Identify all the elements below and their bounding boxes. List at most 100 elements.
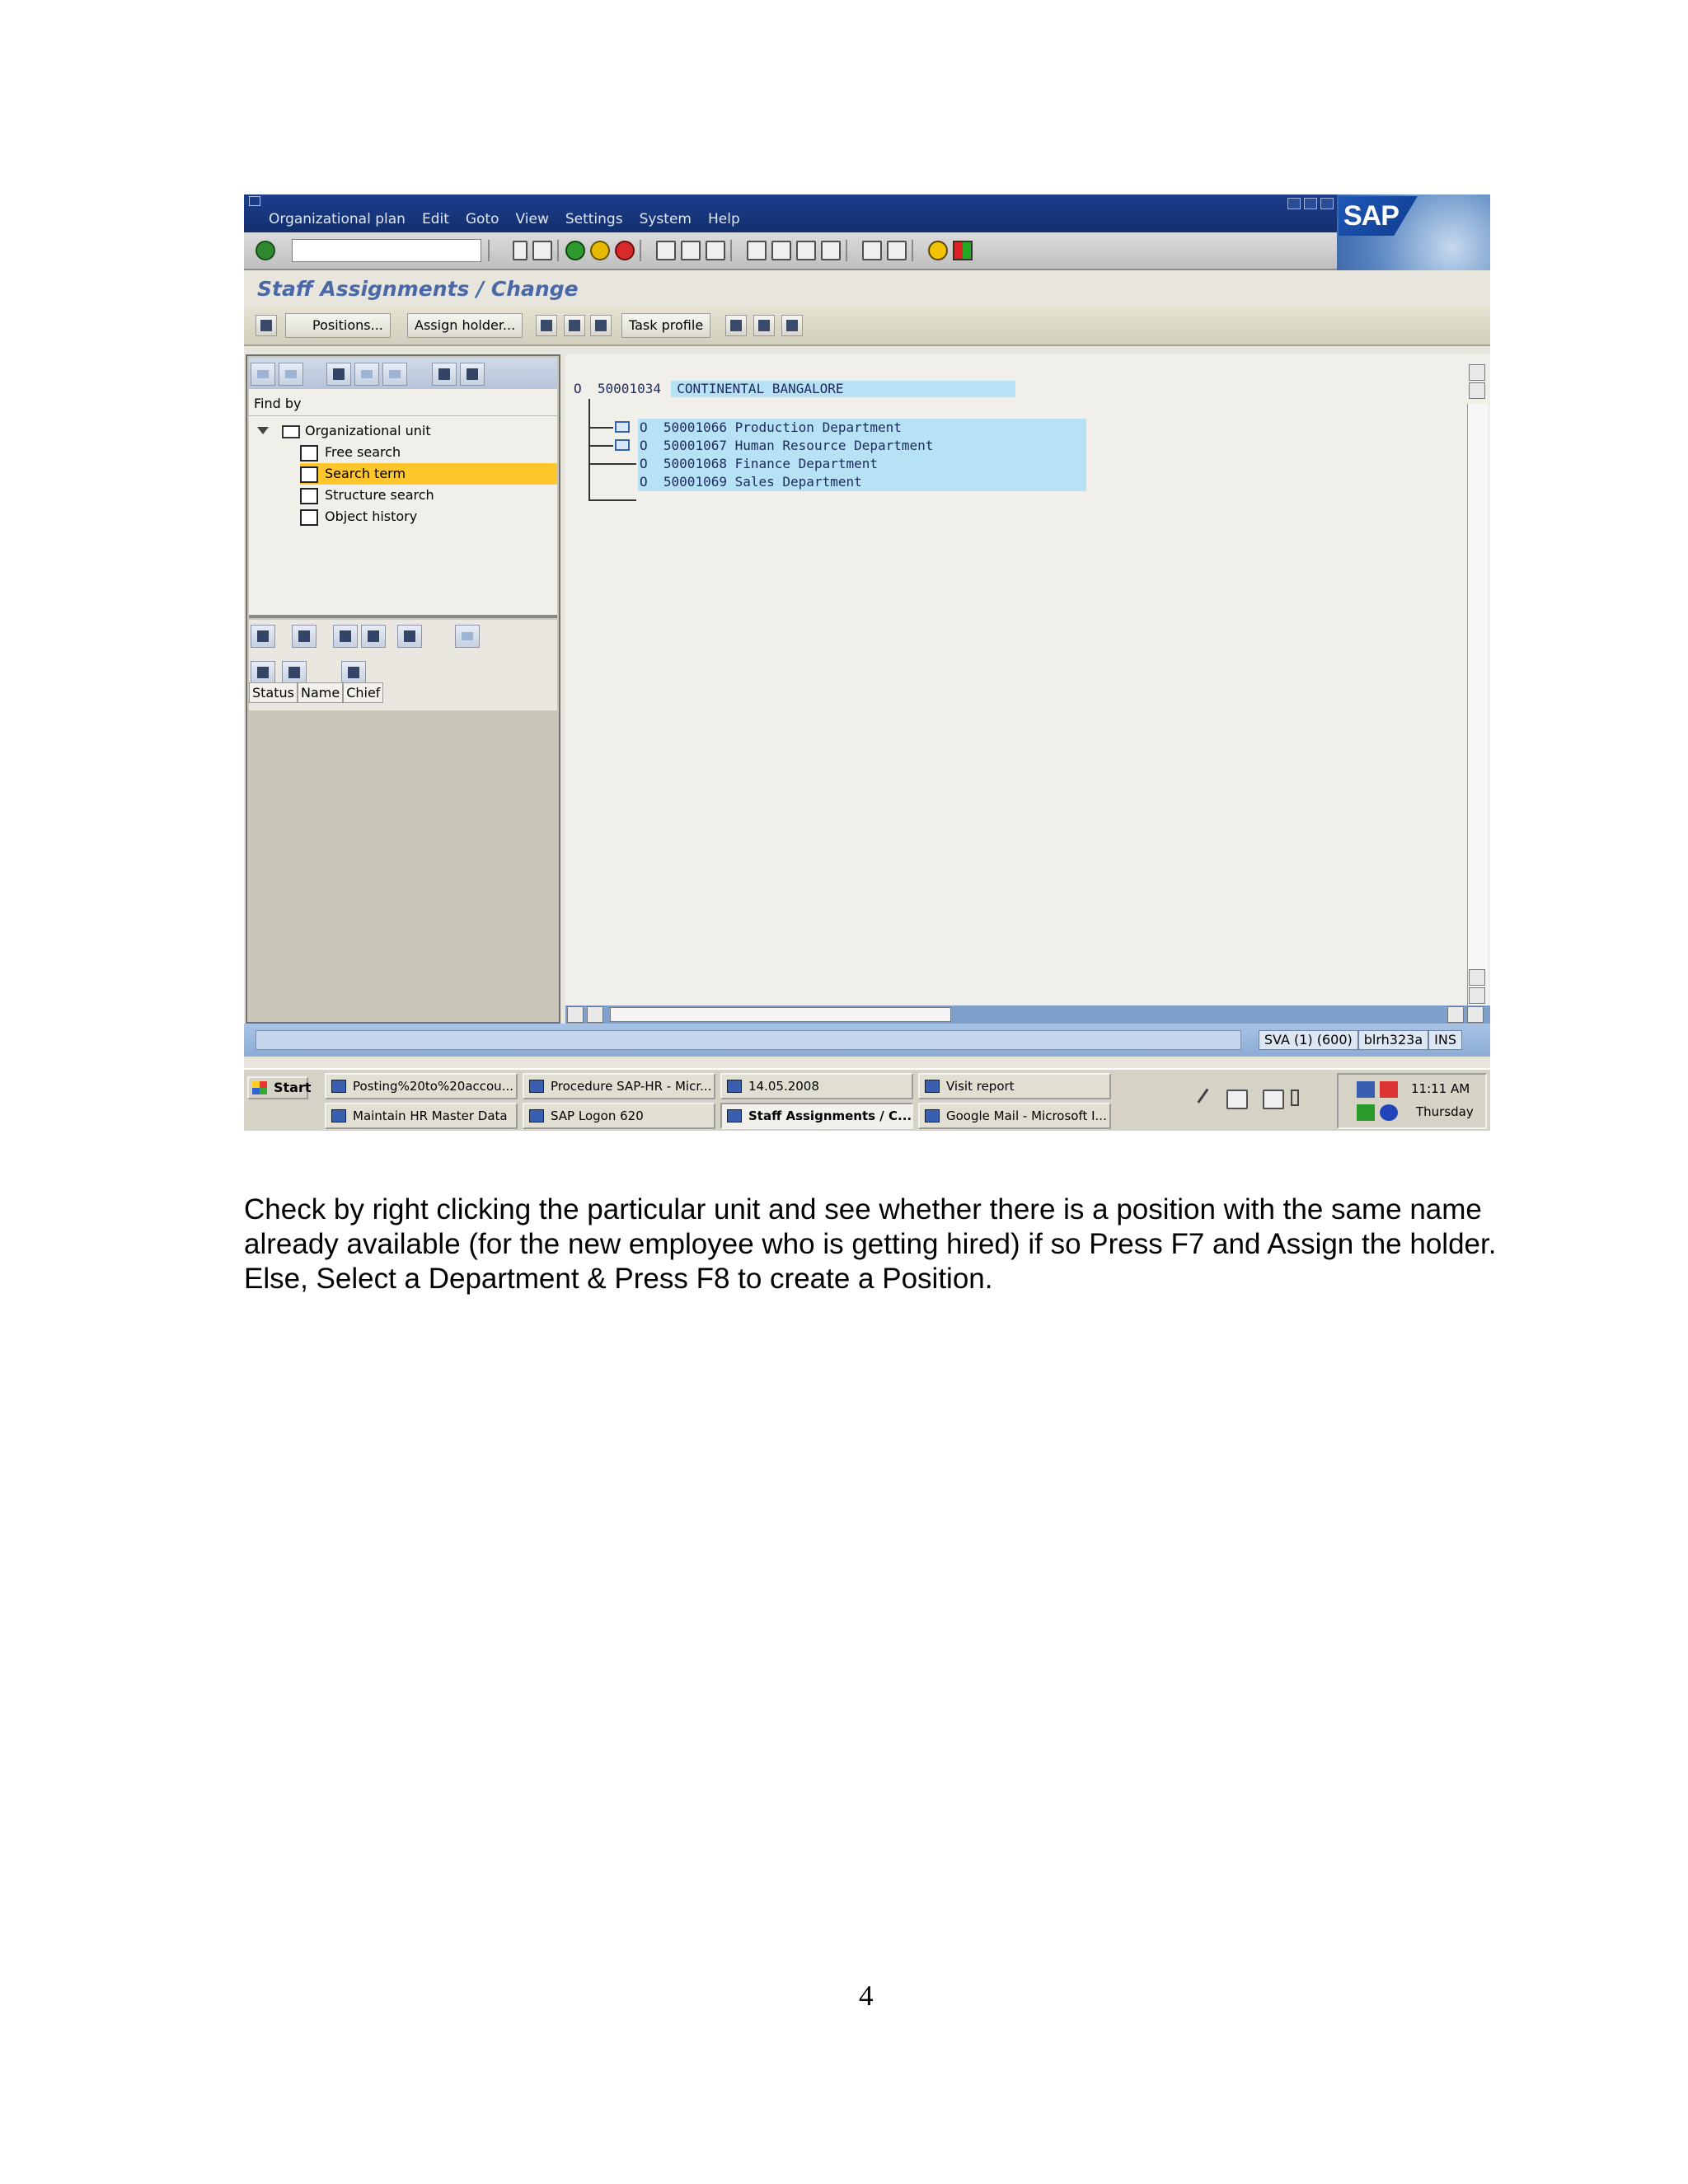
search-item[interactable]: Object history: [300, 506, 557, 527]
nav-forward-icon[interactable]: [279, 363, 303, 386]
nav-search-icon[interactable]: [326, 363, 351, 386]
taskbar-item[interactable]: SAP Logon 620: [523, 1103, 715, 1129]
tablet-icon[interactable]: [1226, 1090, 1248, 1109]
find-icon[interactable]: [681, 241, 701, 260]
nav-expand-icon[interactable]: [432, 363, 457, 386]
taskbar-item[interactable]: Posting%20to%20accou...: [325, 1073, 518, 1099]
menu-system[interactable]: System: [640, 211, 692, 227]
scroll-up-button[interactable]: [1469, 969, 1485, 986]
menu-help[interactable]: Help: [708, 211, 740, 227]
department-row[interactable]: O 50001066 Production Department: [640, 419, 902, 437]
nav-detail-icon[interactable]: [382, 363, 407, 386]
horizontal-scrollbar[interactable]: [565, 1005, 1490, 1024]
taskbar-item[interactable]: Maintain HR Master Data: [325, 1103, 518, 1129]
layout-icon[interactable]: [753, 315, 775, 336]
detail-icon[interactable]: [781, 315, 803, 336]
list-sort-icon[interactable]: [333, 625, 358, 648]
list-filter-icon[interactable]: [361, 625, 386, 648]
task-profile-button[interactable]: Task profile: [621, 313, 711, 338]
column-header-status[interactable]: Status: [249, 682, 298, 703]
close-window-button[interactable]: [1320, 198, 1334, 209]
create-session-icon[interactable]: [862, 241, 882, 260]
org-root-row[interactable]: O 50001034 CONTINENTAL BANGALORE: [574, 381, 844, 397]
assign-holder-button[interactable]: Assign holder...: [407, 313, 523, 338]
search-item[interactable]: Structure search: [300, 485, 557, 506]
hierarchy-icon[interactable]: [564, 315, 585, 336]
expand-node-icon[interactable]: [615, 421, 630, 433]
next-page-icon[interactable]: [796, 241, 816, 260]
refresh-icon[interactable]: [590, 315, 612, 336]
menu-edit[interactable]: Edit: [422, 211, 449, 227]
system-id[interactable]: SVA (1) (600): [1258, 1030, 1358, 1050]
maximize-button[interactable]: [1304, 198, 1317, 209]
system-menu-icon[interactable]: [249, 196, 260, 206]
taskbar-item[interactable]: Visit report: [918, 1073, 1111, 1099]
nav-back-icon[interactable]: [251, 363, 275, 386]
scroll-thumb[interactable]: [610, 1007, 951, 1022]
scroll-right-button[interactable]: [1467, 1006, 1484, 1023]
taskbar-item-active[interactable]: Staff Assignments / C...: [720, 1103, 913, 1129]
taskbar-item[interactable]: Google Mail - Microsoft I...: [918, 1103, 1111, 1129]
volume-icon[interactable]: [1380, 1104, 1398, 1121]
find-next-icon[interactable]: [706, 241, 725, 260]
tree-item-organizational-unit[interactable]: Organizational unit: [305, 420, 431, 442]
department-row[interactable]: O 50001069 Sales Department: [640, 473, 862, 491]
expand-triangle-icon[interactable]: [257, 427, 269, 434]
connection-icon[interactable]: [1357, 1104, 1375, 1121]
pen-icon[interactable]: [1197, 1088, 1224, 1114]
last-page-icon[interactable]: [821, 241, 841, 260]
exit-icon[interactable]: [590, 241, 610, 260]
print-icon[interactable]: [656, 241, 676, 260]
scroll-down-button[interactable]: [1469, 382, 1485, 399]
list-filter-settings-icon[interactable]: [397, 625, 422, 648]
create-shortcut-icon[interactable]: [887, 241, 907, 260]
scroll-down-button[interactable]: [1469, 987, 1485, 1004]
org-structure-icon[interactable]: [536, 315, 557, 336]
list-graphic-icon[interactable]: [341, 661, 366, 684]
positions-button[interactable]: Positions...: [285, 313, 391, 338]
edit-pencil-icon[interactable]: [256, 315, 277, 336]
back-arrow-icon[interactable]: [513, 241, 528, 260]
menu-settings[interactable]: Settings: [565, 211, 623, 227]
menu-view[interactable]: View: [516, 211, 549, 227]
nav-collapse-icon[interactable]: [460, 363, 485, 386]
customize-layout-icon[interactable]: [953, 241, 973, 260]
column-header-chief[interactable]: Chief: [343, 682, 384, 703]
enter-check-icon[interactable]: [256, 241, 275, 260]
vertical-scrollbar[interactable]: [1467, 404, 1488, 1005]
list-select-icon[interactable]: [251, 625, 275, 648]
department-row[interactable]: O 50001067 Human Resource Department: [640, 437, 933, 455]
department-row[interactable]: O 50001068 Finance Department: [640, 455, 878, 473]
scroll-right-button[interactable]: [587, 1006, 603, 1023]
minimize-button[interactable]: [1287, 198, 1301, 209]
expand-icon[interactable]: [725, 315, 747, 336]
column-header-name[interactable]: Name: [297, 682, 344, 703]
taskbar-item[interactable]: 14.05.2008: [720, 1073, 913, 1099]
save-icon[interactable]: [532, 241, 552, 260]
list-copy-icon[interactable]: [282, 661, 307, 684]
search-item[interactable]: Free search: [300, 442, 557, 463]
start-button[interactable]: Start: [247, 1076, 312, 1099]
scroll-left-button[interactable]: [1447, 1006, 1464, 1023]
scroll-left-button[interactable]: [567, 1006, 584, 1023]
menu-goto[interactable]: Goto: [466, 211, 499, 227]
list-print-icon[interactable]: [251, 661, 275, 684]
help-icon[interactable]: [928, 241, 948, 260]
list-detail-icon[interactable]: [292, 625, 316, 648]
previous-page-icon[interactable]: [771, 241, 791, 260]
nav-list-icon[interactable]: [354, 363, 379, 386]
search-item-selected[interactable]: Search term: [300, 463, 557, 485]
taskbar-item[interactable]: Procedure SAP-HR - Micr...: [523, 1073, 715, 1099]
list-export-icon[interactable]: [455, 625, 480, 648]
scroll-up-button[interactable]: [1469, 364, 1485, 381]
back-icon[interactable]: [565, 241, 585, 260]
cancel-icon[interactable]: [615, 241, 635, 260]
menu-organizational-plan[interactable]: Organizational plan: [269, 211, 406, 227]
tray-options-icon[interactable]: [1291, 1090, 1299, 1106]
expand-node-icon[interactable]: [615, 439, 630, 451]
help-tray-icon[interactable]: [1263, 1090, 1284, 1109]
command-field[interactable]: [292, 239, 481, 262]
clock-time[interactable]: 11:11 AM: [1411, 1081, 1470, 1096]
first-page-icon[interactable]: [747, 241, 767, 260]
security-icon[interactable]: [1380, 1081, 1398, 1098]
